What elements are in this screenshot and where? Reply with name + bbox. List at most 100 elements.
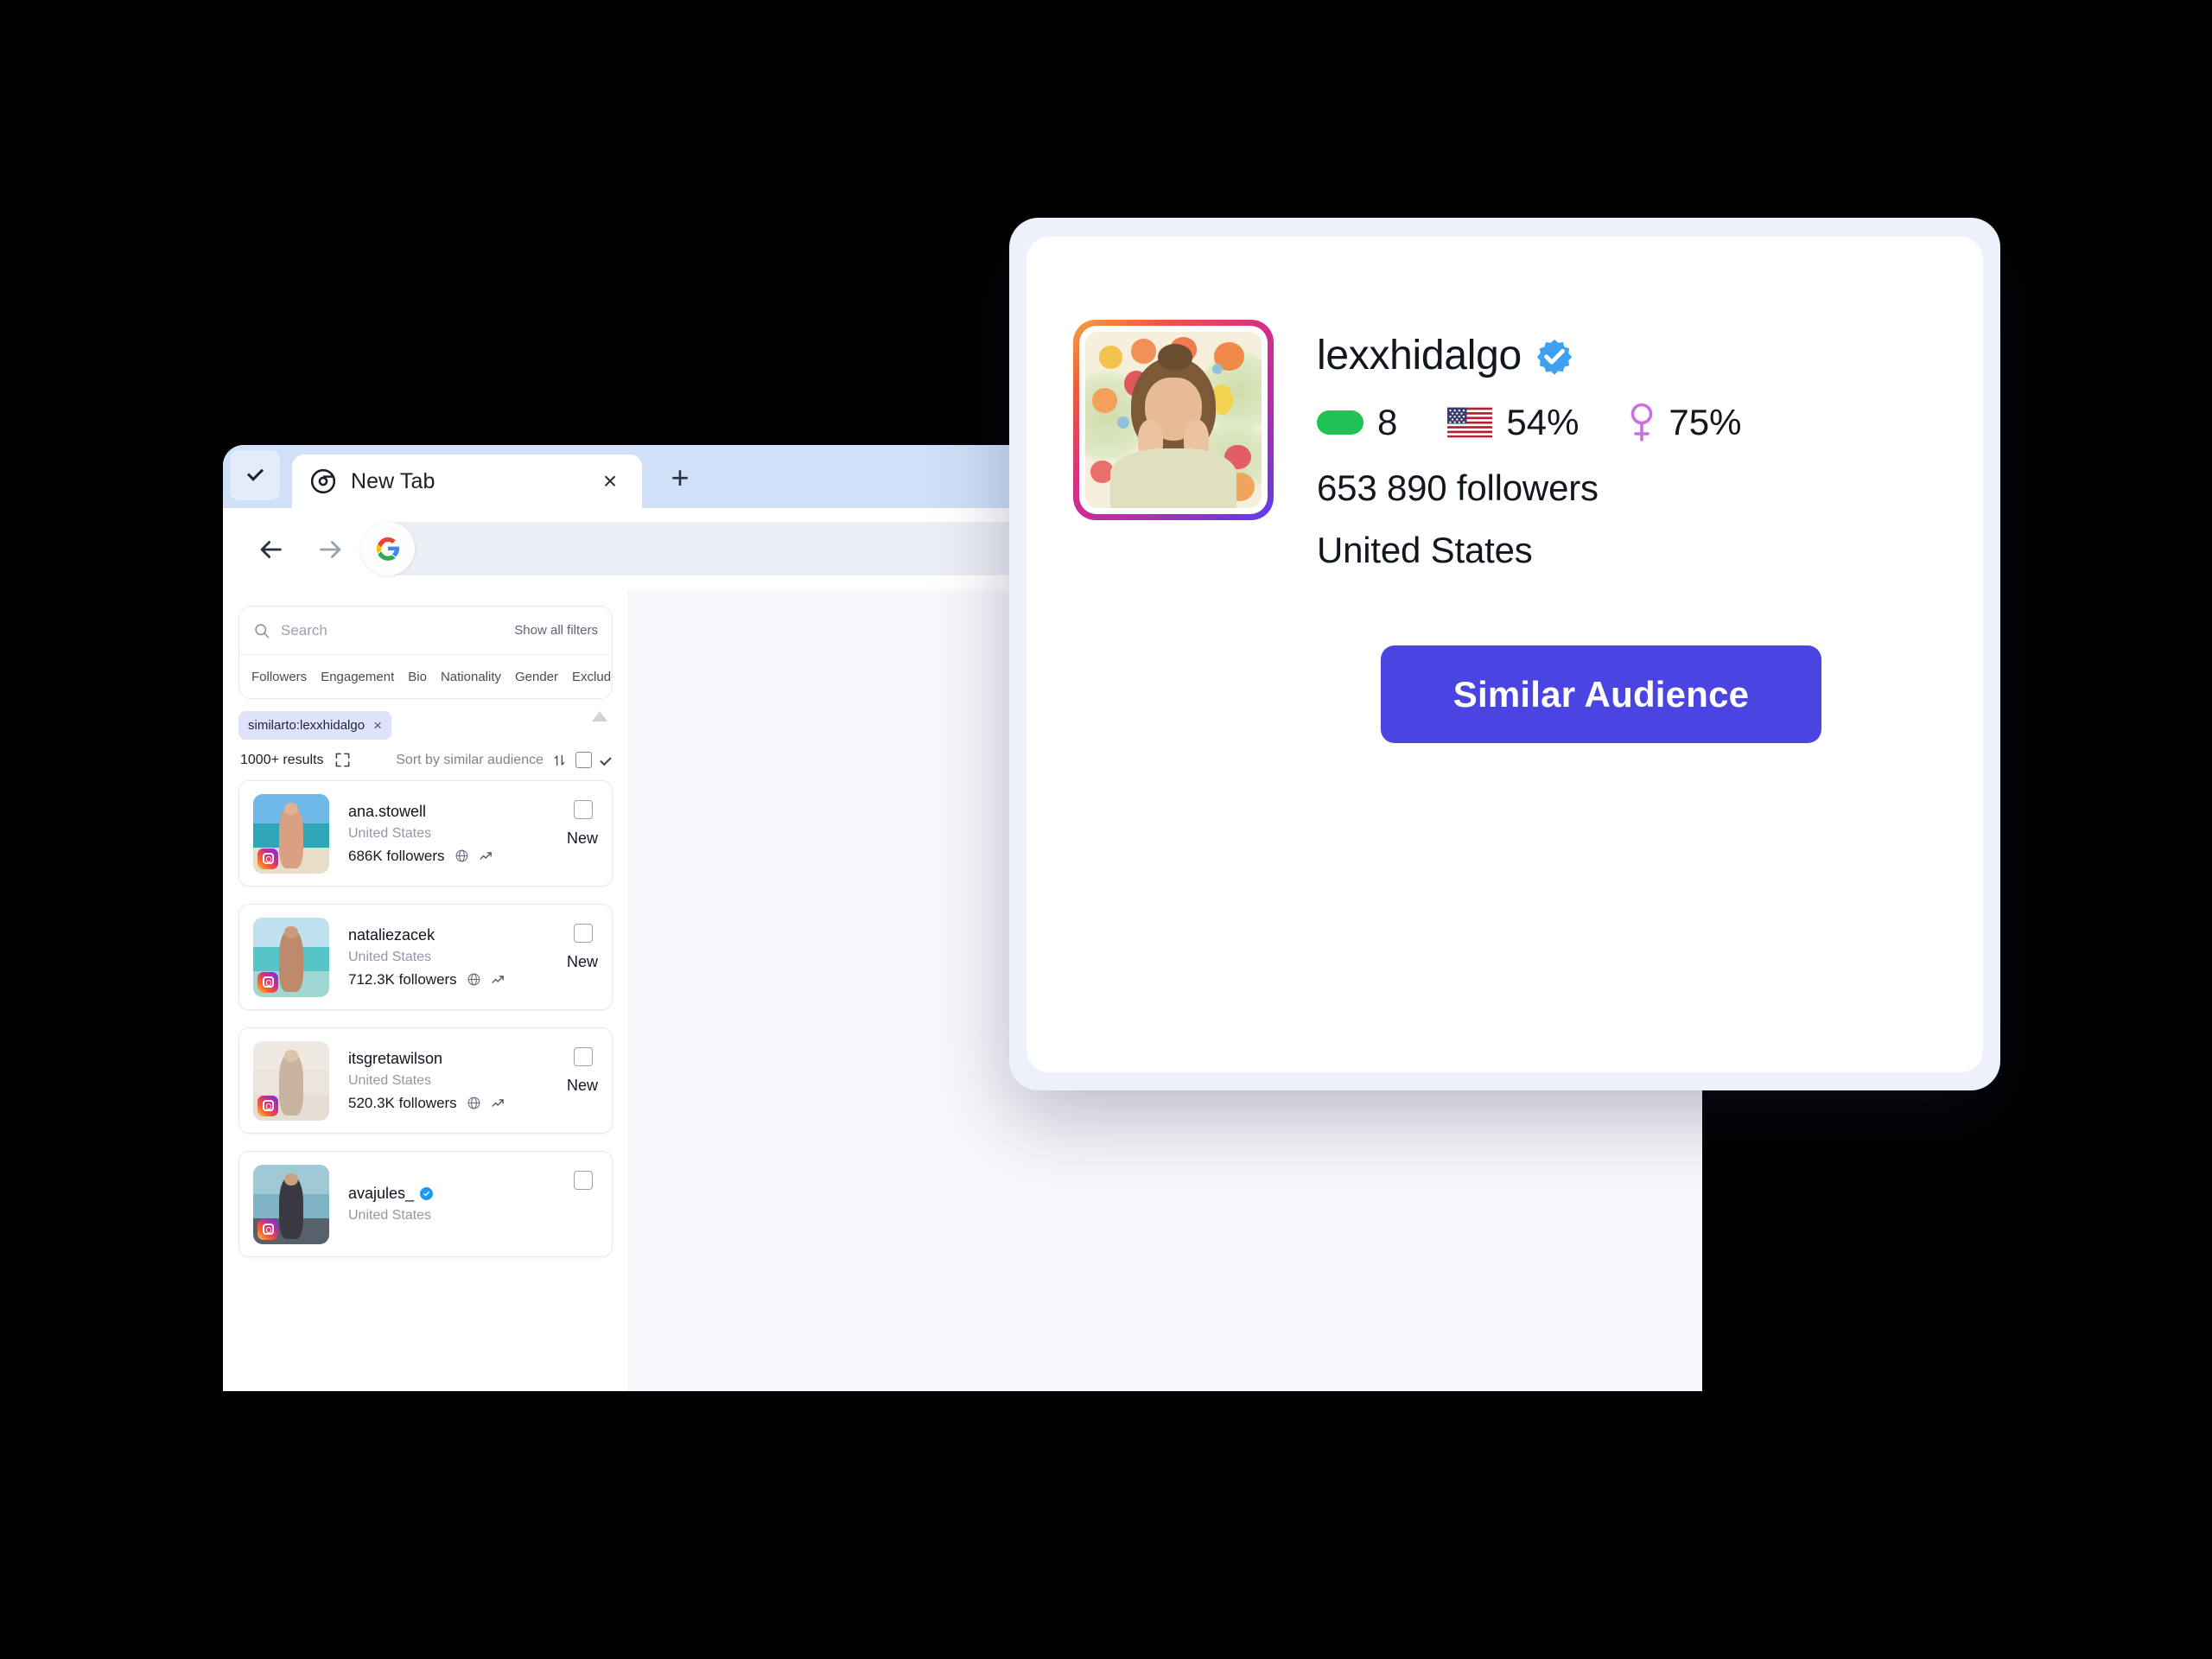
results-count: 1000+ results (240, 752, 324, 767)
tabstrip-chevron-button[interactable] (230, 450, 280, 500)
chevron-down-icon (246, 464, 264, 481)
profile-avatar-ring (1073, 320, 1274, 520)
row-checkbox[interactable] (574, 1171, 593, 1190)
sort-controls: Sort by similar audience (396, 752, 612, 768)
green-pill-icon (1317, 410, 1363, 435)
screenshot-stage: New Tab × + Search Show all filters Foll… (0, 0, 2212, 1659)
omnibox-search-chip[interactable] (361, 522, 415, 575)
expand-icon[interactable] (334, 752, 351, 768)
row-meta: ana.stowell United States 686K followers (348, 803, 493, 865)
filter-chip[interactable]: similarto:lexxhidalgo × (238, 711, 391, 740)
list-item-location: United States (348, 1208, 432, 1223)
profile-stats: 8 54% 75% (1317, 402, 1741, 443)
stat-gender-share: 75% (1629, 402, 1741, 443)
back-button[interactable] (245, 524, 296, 575)
avatar (253, 793, 329, 874)
profile-header: lexxhidalgo 8 54% 75% 653 890 followers … (1027, 237, 1983, 571)
globe-icon[interactable] (467, 972, 481, 987)
list-item-followers: 712.3K followers (348, 970, 457, 988)
search-row[interactable]: Search Show all filters (239, 607, 612, 655)
page-title: lexxhidalgo (1317, 333, 1522, 378)
list-item-username: avajules_ (348, 1185, 434, 1203)
row-checkbox[interactable] (574, 1047, 593, 1066)
chevron-down-icon[interactable] (600, 753, 612, 766)
growth-icon[interactable] (479, 849, 493, 863)
close-icon[interactable]: × (597, 468, 623, 494)
verified-badge-icon (420, 1187, 434, 1200)
stat-gender-value: 75% (1669, 402, 1742, 442)
close-icon[interactable]: × (373, 718, 382, 733)
globe-icon[interactable] (467, 1096, 481, 1110)
profile-country: United States (1317, 530, 1533, 570)
avatar (253, 1164, 329, 1244)
table-row[interactable]: ana.stowell United States 686K followers (238, 780, 613, 887)
instagram-icon (257, 1218, 278, 1240)
show-all-filters-button[interactable]: Show all filters (514, 623, 598, 638)
active-filter-chips: similarto:lexxhidalgo × (238, 699, 613, 747)
list-item-location: United States (348, 825, 432, 841)
list-item-followers: 686K followers (348, 847, 445, 864)
row-meta: avajules_ United States (348, 1185, 434, 1224)
status-badge: New (566, 953, 598, 970)
table-row[interactable]: avajules_ United States (238, 1151, 613, 1257)
google-icon (376, 537, 400, 561)
filter-engagement[interactable]: Engagement (321, 670, 394, 684)
forward-arrow-icon (320, 540, 341, 558)
list-item-username-text: avajules_ (348, 1185, 415, 1202)
growth-icon[interactable] (491, 1096, 505, 1110)
table-row[interactable]: itsgretawilson United States 520.3K foll… (238, 1027, 613, 1134)
avatar (253, 1040, 329, 1121)
list-item-followers: 520.3K followers (348, 1094, 457, 1111)
status-badge: New (566, 830, 598, 847)
instagram-icon (257, 971, 278, 993)
row-checkbox[interactable] (574, 924, 593, 943)
browser-tab[interactable]: New Tab × (292, 454, 642, 508)
similar-audience-button[interactable]: Similar Audience (1381, 645, 1821, 743)
stat-quality-value: 8 (1377, 402, 1398, 442)
row-meta: itsgretawilson United States 520.3K foll… (348, 1050, 505, 1112)
list-item-location: United States (348, 1072, 432, 1088)
sort-updown-icon[interactable] (552, 753, 567, 768)
list-item-username: ana.stowell (348, 802, 427, 820)
stat-country-share: 54% (1447, 402, 1579, 443)
verified-badge-icon (1536, 339, 1573, 375)
list-item-location: United States (348, 949, 432, 964)
instagram-icon (257, 1095, 278, 1116)
row-meta: nataliezacek United States 712.3K follow… (348, 926, 505, 988)
list-item-followers-row: 520.3K followers (348, 1095, 505, 1112)
influencer-search-panel: Search Show all filters Followers Engage… (223, 590, 629, 1391)
new-tab-button[interactable]: + (662, 460, 698, 496)
filter-nationality[interactable]: Nationality (441, 670, 501, 684)
profile-avatar-inner (1079, 326, 1268, 514)
profile-info: lexxhidalgo 8 54% 75% 653 890 followers … (1317, 320, 1741, 571)
list-item-username: itsgretawilson (348, 1049, 443, 1067)
filter-bio[interactable]: Bio (408, 670, 427, 684)
back-arrow-icon (260, 540, 282, 558)
filter-exclude[interactable]: Exclude (572, 670, 612, 684)
select-all-checkbox[interactable] (575, 752, 592, 768)
collapse-triangle-icon[interactable] (592, 711, 607, 721)
filter-tabs: Followers Engagement Bio Nationality Gen… (239, 655, 612, 698)
list-item-followers-row: 686K followers (348, 848, 493, 865)
profile-overlay-frame: lexxhidalgo 8 54% 75% 653 890 followers … (1009, 218, 2000, 1090)
filter-followers[interactable]: Followers (251, 670, 307, 684)
sort-label[interactable]: Sort by similar audience (396, 753, 543, 768)
globe-icon[interactable] (454, 849, 469, 863)
instagram-icon (257, 848, 278, 869)
growth-icon[interactable] (491, 972, 505, 987)
profile-photo (1085, 332, 1262, 508)
list-item-username: nataliezacek (348, 925, 435, 944)
profile-cta-wrap: Similar Audience (1027, 571, 1983, 743)
forward-button[interactable] (306, 524, 356, 575)
row-checkbox[interactable] (574, 800, 593, 819)
profile-name-row: lexxhidalgo (1317, 332, 1741, 379)
results-toolbar: 1000+ results Sort by similar audience (238, 747, 613, 780)
search-icon (255, 623, 270, 638)
filter-gender[interactable]: Gender (515, 670, 558, 684)
chrome-icon (311, 469, 335, 493)
filter-chip-label: similarto:lexxhidalgo (248, 718, 365, 733)
profile-followers: 653 890 followers (1317, 467, 1599, 508)
search-input[interactable]: Search (281, 622, 327, 639)
table-row[interactable]: nataliezacek United States 712.3K follow… (238, 904, 613, 1010)
browser-tab-title: New Tab (351, 468, 435, 493)
